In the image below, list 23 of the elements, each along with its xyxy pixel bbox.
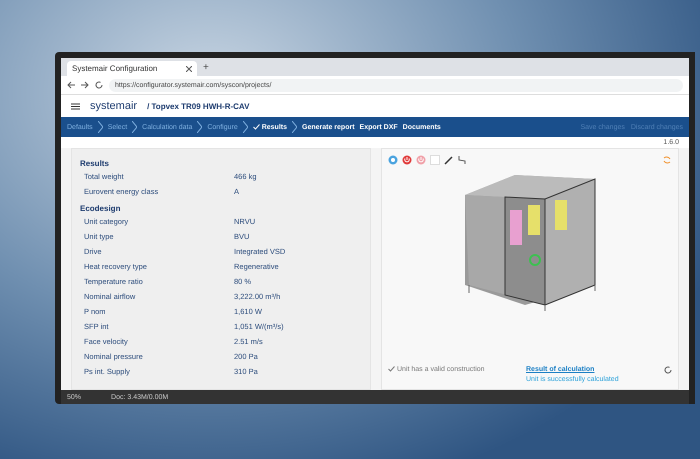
info-icon[interactable] [388, 155, 398, 165]
breadcrumb: / Topvex TR09 HWH-R-CAV [147, 102, 250, 110]
back-icon[interactable] [67, 81, 75, 89]
section-title: Results [80, 159, 110, 168]
chevron-icon [132, 121, 138, 133]
check-icon [388, 366, 395, 372]
check-icon [252, 124, 260, 130]
pen-icon[interactable] [444, 155, 454, 165]
power-icon[interactable] [402, 155, 412, 165]
menu-icon[interactable] [71, 102, 80, 110]
new-tab-button[interactable]: + [203, 62, 209, 72]
close-icon[interactable] [186, 66, 192, 72]
section-title: Ecodesign [80, 204, 122, 213]
chevron-icon [242, 121, 248, 133]
chevron-icon [197, 121, 202, 133]
forward-icon[interactable] [81, 81, 89, 89]
chevron-icon [98, 121, 103, 133]
browser-tab[interactable]: Systemair Configuration [67, 61, 197, 76]
logo: systemair [90, 100, 138, 112]
reload-icon[interactable] [664, 366, 672, 374]
chevron-icon [292, 121, 298, 133]
reload-icon[interactable] [95, 81, 103, 89]
measure-icon[interactable] [458, 155, 466, 165]
